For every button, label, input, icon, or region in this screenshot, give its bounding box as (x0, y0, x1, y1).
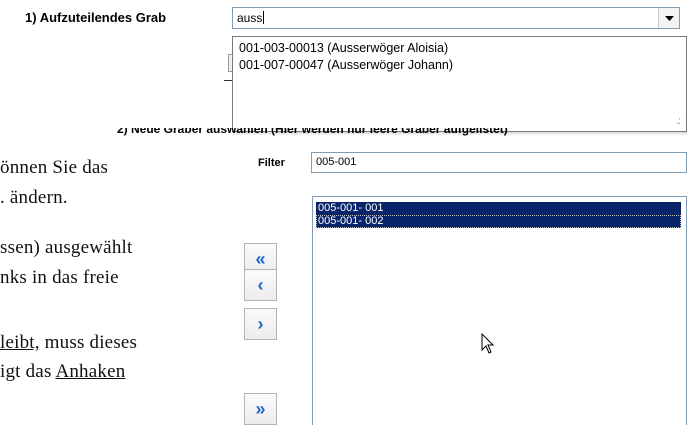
doc-line-2: . ändern. (0, 187, 68, 208)
step2-label: 2) Neue Gräber auswählen (Hier werden nu… (117, 128, 637, 137)
grave-dropdown-list: 001-003-00013 (Ausserwöger Aloisia) 001-… (232, 36, 687, 132)
step2-label-text: 2) Neue Gräber auswählen (Hier werden nu… (117, 128, 508, 136)
doc-line-4: nks in das freie (0, 267, 119, 288)
doc-line-5: leibt, muss dieses (0, 332, 137, 354)
move-left-button[interactable]: ‹ (244, 269, 277, 301)
list-item[interactable]: 005-001- 002 (316, 215, 681, 228)
doc-line-1: önnen Sie das (0, 157, 109, 178)
doc-line-3: ssen) ausgewählt (0, 237, 133, 258)
resize-grip-icon[interactable]: .: (676, 116, 680, 127)
grave-search-input[interactable]: auss (237, 11, 265, 25)
list-item[interactable]: 005-001- 001 (316, 202, 681, 215)
dropdown-item[interactable]: 001-003-00013 (Ausserwöger Aloisia) (239, 41, 448, 55)
dropdown-item[interactable]: 001-007-00047 (Ausserwöger Johann) (239, 58, 453, 72)
doc-line-rest: muss dieses (39, 332, 138, 353)
doc-line-start: igt das (0, 361, 56, 382)
text-caret (263, 11, 265, 24)
doc-underlined-word: Anhaken (55, 361, 126, 382)
free-graves-list[interactable]: 005-001- 001 005-001- 002 (312, 196, 687, 425)
filter-input[interactable]: 005-001 (311, 152, 687, 173)
move-right-button[interactable]: › (244, 308, 277, 340)
filter-label: Filter (258, 157, 285, 169)
grave-input-value: auss (237, 11, 263, 25)
move-all-right-button[interactable]: » (244, 393, 277, 425)
step1-label: 1) Aufzuteilendes Grab (25, 10, 167, 25)
doc-underlined-word: leibt, (0, 332, 40, 353)
mouse-pointer-icon (481, 333, 495, 354)
chevron-down-icon[interactable] (658, 8, 679, 28)
grave-combobox[interactable]: auss (232, 7, 680, 29)
doc-line-6: igt das Anhaken (0, 361, 125, 383)
